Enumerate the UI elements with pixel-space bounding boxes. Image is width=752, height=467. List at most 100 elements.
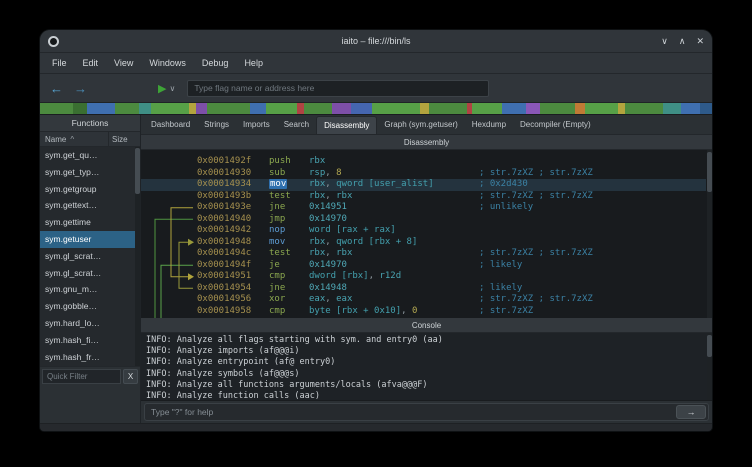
back-icon[interactable]: ← xyxy=(50,81,63,96)
tab-strings[interactable]: Strings xyxy=(197,116,236,134)
seekbar-segment[interactable] xyxy=(663,103,682,114)
close-button[interactable]: ✕ xyxy=(696,30,704,53)
seekbar-segment[interactable] xyxy=(87,103,115,114)
seekbar-segment[interactable] xyxy=(585,103,618,114)
seekbar-segment[interactable] xyxy=(207,103,249,114)
disassembly-row[interactable]: 0x00014940jmp0x14970 xyxy=(141,214,706,226)
seekbar-segment[interactable] xyxy=(189,103,196,114)
disassembly-row[interactable]: 0x00014951cmpdword [rbx], r12d xyxy=(141,271,706,283)
tab-hexdump[interactable]: Hexdump xyxy=(465,116,513,134)
console-scrollbar-thumb[interactable] xyxy=(707,335,712,357)
disassembly-row[interactable]: 0x00014954jne0x14948; likely xyxy=(141,283,706,295)
console-dock-title[interactable]: Console xyxy=(141,318,712,333)
seekbar-segment[interactable] xyxy=(139,103,151,114)
disassembly-row[interactable]: 0x0001492fpushrbx xyxy=(141,156,706,168)
function-list-item[interactable]: sym.hash_fi… xyxy=(40,332,140,349)
forward-icon[interactable]: → xyxy=(74,81,87,96)
menu-item-edit[interactable]: Edit xyxy=(75,53,107,74)
seekbar-segment[interactable] xyxy=(297,103,304,114)
tab-search[interactable]: Search xyxy=(277,116,316,134)
function-list-item[interactable]: sym.gettime xyxy=(40,214,140,231)
function-list-item[interactable]: sym.gl_scrat… xyxy=(40,248,140,265)
menu-item-view[interactable]: View xyxy=(106,53,141,74)
seekbar-segment[interactable] xyxy=(40,103,73,114)
disassembly-row[interactable]: 0x0001494fje0x14970; likely xyxy=(141,260,706,272)
quick-filter-input[interactable] xyxy=(42,369,121,384)
seekbar-segment[interactable] xyxy=(196,103,208,114)
disassembly-view[interactable]: 0x0001492fpushrbx0x00014930subrsp, 8; st… xyxy=(141,150,712,318)
seekbar-segment[interactable] xyxy=(681,103,700,114)
function-list-item[interactable]: sym.gl_scrat… xyxy=(40,265,140,282)
seekbar-segment[interactable] xyxy=(540,103,575,114)
tab-decompiler-empty[interactable]: Decompiler (Empty) xyxy=(513,116,598,134)
instruction-operands: 0x14951 xyxy=(309,202,479,214)
seekbar-segment[interactable] xyxy=(502,103,526,114)
omnibar-input[interactable] xyxy=(187,80,489,97)
function-list-item[interactable]: sym.gettext… xyxy=(40,197,140,214)
seekbar-segment[interactable] xyxy=(420,103,429,114)
operand-token: rbx xyxy=(309,248,325,258)
disassembly-row[interactable]: 0x00014958cmpbyte [rbx + 0x10], 0; str.7… xyxy=(141,306,706,318)
console-send-button[interactable]: → xyxy=(676,405,706,419)
function-list-item[interactable]: sym.get_typ… xyxy=(40,164,140,181)
seekbar-segment[interactable] xyxy=(700,103,712,114)
function-list-item[interactable]: sym.gnu_m… xyxy=(40,281,140,298)
function-list-item[interactable]: sym.hash_fr… xyxy=(40,349,140,366)
seekbar-segment[interactable] xyxy=(250,103,267,114)
instruction-comment: ; likely xyxy=(479,283,522,295)
disassembly-row[interactable]: 0x00014948movrbx, qword [rbx + 8] xyxy=(141,237,706,249)
seekbar-segment[interactable] xyxy=(351,103,372,114)
functions-scrollbar[interactable] xyxy=(135,147,140,366)
tab-disassembly[interactable]: Disassembly xyxy=(316,116,377,134)
functions-scrollbar-thumb[interactable] xyxy=(135,148,140,194)
seekbar-segment[interactable] xyxy=(304,103,332,114)
seekbar-segment[interactable] xyxy=(151,103,189,114)
chevron-down-icon[interactable]: ∨ xyxy=(169,84,175,93)
play-icon[interactable]: ▶ xyxy=(158,82,166,95)
title-bar[interactable]: iaito – file:///bin/ls ∨ ∧ ✕ xyxy=(40,30,712,53)
disassembly-row[interactable]: 0x0001493btestrbx, rbx; str.7zXZ ; str.7… xyxy=(141,191,706,203)
disassembly-row[interactable]: 0x0001494ctestrbx, rbx; str.7zXZ ; str.7… xyxy=(141,248,706,260)
maximize-button[interactable]: ∧ xyxy=(679,30,686,53)
seekbar-segment[interactable] xyxy=(266,103,297,114)
console-output[interactable]: INFO: Analyze all flags starting with sy… xyxy=(141,333,712,401)
disassembly-dock-title[interactable]: Disassembly xyxy=(141,135,712,150)
seekbar-segment[interactable] xyxy=(332,103,351,114)
tab-imports[interactable]: Imports xyxy=(236,116,277,134)
seekbar-segment[interactable] xyxy=(73,103,87,114)
function-list-item[interactable]: sym.getuser xyxy=(40,231,140,248)
seekbar-segment[interactable] xyxy=(372,103,419,114)
disassembly-row[interactable]: 0x00014930subrsp, 8; str.7zXZ ; str.7zXZ xyxy=(141,168,706,180)
seekbar-segment[interactable] xyxy=(618,103,625,114)
disassembly-scrollbar-thumb[interactable] xyxy=(707,152,712,192)
tab-dashboard[interactable]: Dashboard xyxy=(144,116,197,134)
function-list-item[interactable]: sym.get_qu… xyxy=(40,147,140,164)
menu-item-windows[interactable]: Windows xyxy=(141,53,194,74)
tab-graph-sym-getuser[interactable]: Graph (sym.getuser) xyxy=(377,116,464,134)
seekbar-segment[interactable] xyxy=(526,103,540,114)
disassembly-row[interactable]: 0x0001493ejne0x14951; unlikely xyxy=(141,202,706,214)
address-seekbar[interactable] xyxy=(40,103,712,115)
disassembly-row[interactable]: 0x00014934movrbx, qword [user_alist]; 0x… xyxy=(141,179,706,191)
function-list-item[interactable]: sym.gobble… xyxy=(40,298,140,315)
seekbar-segment[interactable] xyxy=(575,103,584,114)
clear-filter-button[interactable]: X xyxy=(123,369,138,384)
function-list-item[interactable]: sym.hard_lo… xyxy=(40,315,140,332)
disassembly-row[interactable]: 0x00014956xoreax, eax; str.7zXZ ; str.7z… xyxy=(141,294,706,306)
seekbar-segment[interactable] xyxy=(625,103,663,114)
function-list-item[interactable]: sym.getgroup xyxy=(40,181,140,198)
column-header-name[interactable]: Name ^ xyxy=(40,132,108,146)
disassembly-scrollbar[interactable] xyxy=(707,150,712,318)
menu-item-file[interactable]: File xyxy=(44,53,75,74)
instruction-mnemonic: test xyxy=(269,248,309,260)
menu-item-help[interactable]: Help xyxy=(236,53,271,74)
menu-item-debug[interactable]: Debug xyxy=(194,53,237,74)
minimize-button[interactable]: ∨ xyxy=(661,30,668,53)
console-command-input[interactable] xyxy=(145,407,676,417)
seekbar-segment[interactable] xyxy=(472,103,503,114)
column-header-size[interactable]: Size xyxy=(108,132,140,146)
disassembly-row[interactable]: 0x00014942nopword [rax + rax] xyxy=(141,225,706,237)
seekbar-segment[interactable] xyxy=(115,103,139,114)
console-scrollbar[interactable] xyxy=(707,333,712,400)
seekbar-segment[interactable] xyxy=(429,103,467,114)
